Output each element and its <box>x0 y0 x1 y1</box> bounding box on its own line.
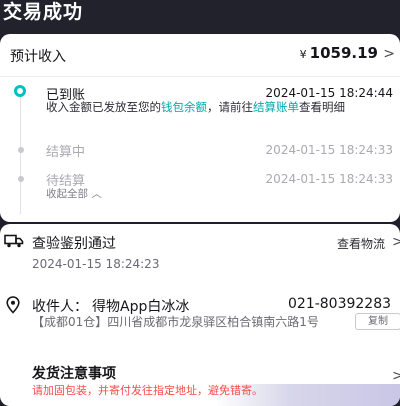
chevron-right-icon: > <box>383 46 395 62</box>
truck-icon <box>4 234 24 248</box>
view-logistics-link[interactable]: 查看物流 <box>337 235 385 252</box>
step-title: 结算中 <box>46 145 86 160</box>
order-info-card: 查验鉴别通过 2024-01-15 18:24:23 查看物流 > 收件人： 得物… <box>0 224 400 406</box>
settlement-bill-link[interactable]: 结算账单 <box>253 100 299 114</box>
income-amount: ¥1059.19 <box>300 44 378 62</box>
step-time: 2024-01-15 18:24:33 <box>265 172 393 186</box>
location-pin-icon <box>6 296 20 314</box>
desc-text: 查看明细 <box>299 100 345 114</box>
step-time: 2024-01-15 18:24:44 <box>265 86 393 100</box>
desc-text: ，请前往 <box>207 100 253 114</box>
receiver-address: 【成都01仓】四川省成都市龙泉驿区柏合镇南六路1号 <box>32 315 319 329</box>
receiver-line: 收件人： 得物App白冰冰 <box>32 296 189 316</box>
verification-title: 查验鉴别通过 <box>32 236 116 252</box>
chevron-right-icon[interactable]: > <box>392 368 400 384</box>
timeline-description: 收入金额已发放至您的钱包余额，请前往结算账单查看明细 <box>46 99 396 116</box>
shipping-notice-text: 请加固包装，并寄付发往指定地址，避免错寄。 <box>32 384 263 397</box>
income-value: 1059.19 <box>309 44 378 62</box>
chevron-right-icon: > <box>392 234 400 250</box>
income-label: 预计收入 <box>10 49 66 65</box>
income-card: 预计收入 ¥1059.19 > 已到账 2024-01-15 18:24:44 … <box>0 34 400 222</box>
income-row[interactable]: 预计收入 ¥1059.19 > <box>0 34 400 76</box>
page-title: 交易成功 <box>3 1 84 23</box>
currency-symbol: ¥ <box>299 48 307 61</box>
receiver-name: 得物App白冰冰 <box>92 299 190 315</box>
timeline-dot <box>18 176 24 182</box>
divider <box>0 76 400 77</box>
verification-time: 2024-01-15 18:24:23 <box>32 257 160 271</box>
receiver-phone: 021-80392283 <box>288 296 392 312</box>
timeline-dot-active <box>14 85 26 97</box>
top-header: 交易成功 © <box>0 0 400 36</box>
receiver-label: 收件人： <box>32 299 88 315</box>
wallet-balance-link[interactable]: 钱包余额 <box>161 100 207 114</box>
timeline-dot <box>18 147 24 153</box>
step-time: 2024-01-15 18:24:33 <box>265 143 393 157</box>
desc-text: 收入金额已发放至您的 <box>46 100 161 114</box>
shipping-notice-title: 发货注意事项 <box>32 366 116 382</box>
timeline-line <box>20 94 21 214</box>
collapse-all-button[interactable]: 收起全部 ︿ <box>46 186 102 201</box>
copy-button[interactable]: 复制 <box>355 313 400 330</box>
